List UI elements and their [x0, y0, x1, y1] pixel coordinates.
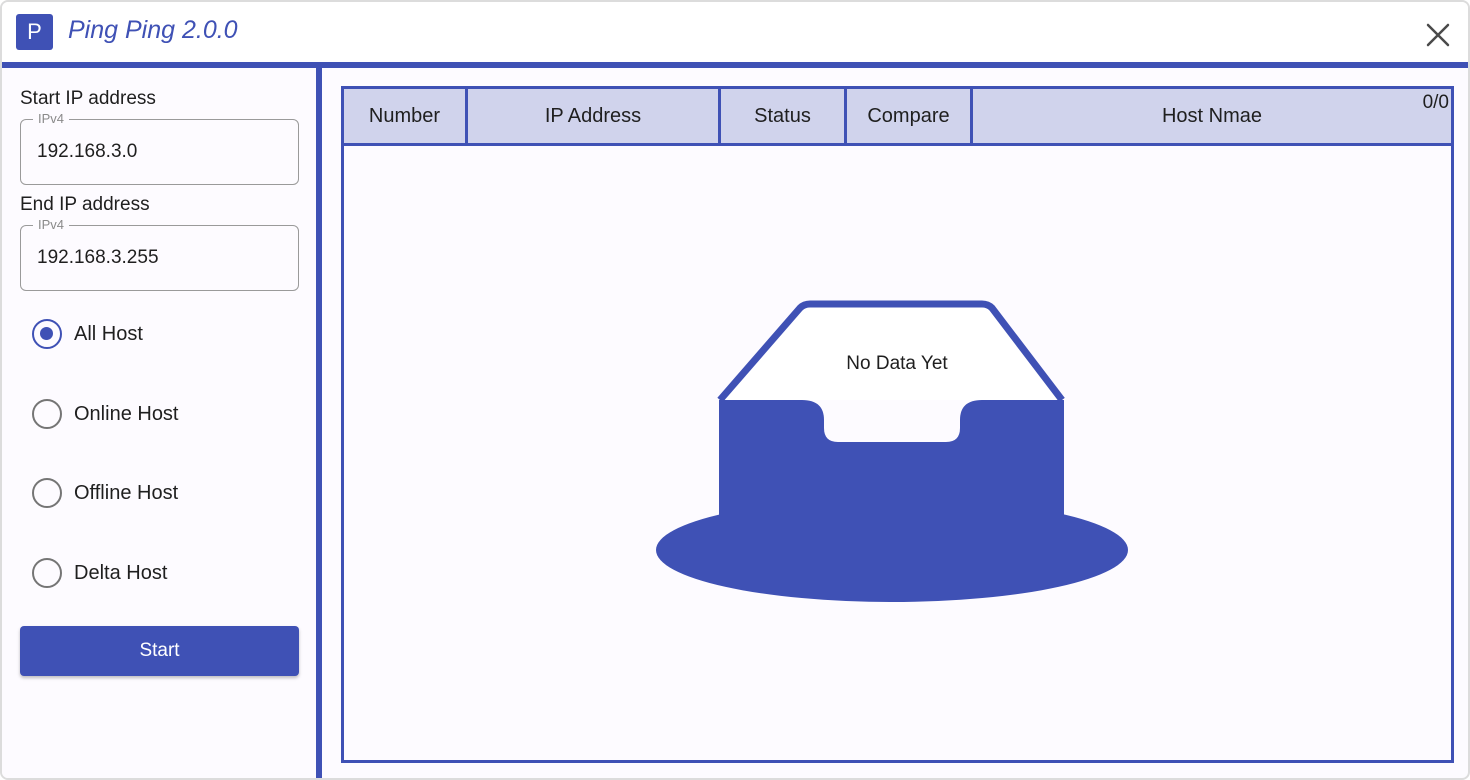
column-header-status[interactable]: Status	[721, 89, 847, 143]
end-ip-label: End IP address	[20, 194, 150, 215]
start-ip-label: Start IP address	[20, 88, 156, 109]
end-ip-field[interactable]: IPv4	[20, 217, 299, 291]
app-window: P Ping Ping 2.0.0 Start IP address IPv4 …	[0, 0, 1470, 780]
filter-offline-host-label: Offline Host	[74, 482, 179, 504]
filter-delta-host-label: Delta Host	[74, 562, 168, 584]
radio-checked-icon	[32, 319, 62, 349]
start-ip-field[interactable]: IPv4	[20, 111, 299, 185]
filter-online-host-label: Online Host	[74, 403, 179, 425]
close-button[interactable]	[1422, 19, 1454, 51]
column-header-compare[interactable]: Compare	[847, 89, 973, 143]
start-button[interactable]: Start	[20, 626, 299, 676]
app-logo: P	[16, 14, 53, 50]
filter-all-host-radio[interactable]: All Host	[32, 318, 292, 350]
empty-state-message: No Data Yet	[846, 353, 948, 374]
radio-unchecked-icon	[32, 399, 62, 429]
end-ip-legend: IPv4	[33, 217, 70, 233]
filter-delta-host-radio[interactable]: Delta Host	[32, 557, 292, 589]
column-header-number[interactable]: Number	[344, 89, 468, 143]
start-ip-legend: IPv4	[33, 111, 70, 127]
column-header-ip-address[interactable]: IP Address	[468, 89, 721, 143]
filter-offline-host-radio[interactable]: Offline Host	[32, 477, 292, 509]
radio-dot	[40, 327, 53, 340]
title-bar: P Ping Ping 2.0.0	[2, 2, 1468, 62]
radio-unchecked-icon	[32, 478, 62, 508]
app-title: Ping Ping 2.0.0	[68, 16, 238, 44]
filter-online-host-radio[interactable]: Online Host	[32, 398, 292, 430]
end-ip-input[interactable]	[37, 244, 287, 272]
grid-header: Number IP Address Status Compare Host Nm…	[344, 89, 1451, 146]
column-header-host-name[interactable]: Host Nmae	[973, 89, 1451, 143]
close-icon	[1426, 23, 1450, 47]
radio-unchecked-icon	[32, 558, 62, 588]
start-ip-input[interactable]	[37, 138, 287, 166]
row-count-label: 0/0	[1422, 92, 1449, 113]
sidebar-divider	[316, 68, 322, 778]
empty-inbox-icon	[656, 300, 1128, 602]
filter-all-host-label: All Host	[74, 323, 143, 345]
